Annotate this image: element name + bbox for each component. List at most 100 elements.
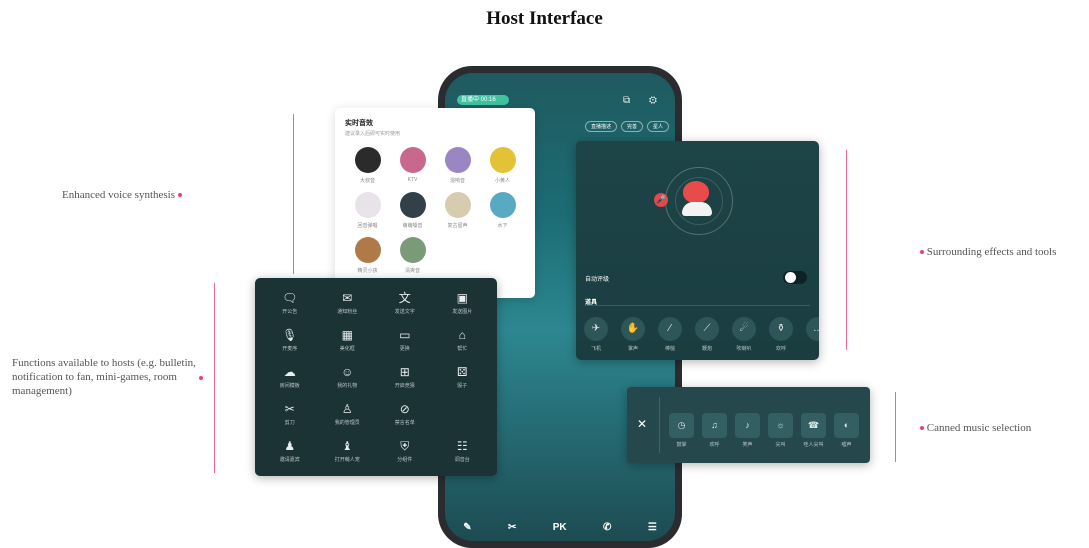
music-track-icon: ♪ xyxy=(735,413,760,438)
voice-effect-item[interactable]: 大叔音 xyxy=(345,147,390,184)
voice-effect-label: 精灵小孩 xyxy=(357,268,378,274)
voice-effect-item[interactable]: 水下 xyxy=(480,192,525,229)
edit-icon[interactable]: ✎ xyxy=(463,522,471,533)
voice-effect-avatar xyxy=(354,192,381,218)
function-item[interactable]: ♟ 邀请嘉宾 xyxy=(261,433,319,470)
music-track[interactable]: ◐ 嘘声 xyxy=(834,413,859,448)
function-item[interactable]: ✂ 剪刀 xyxy=(261,396,319,433)
voice-effect-item[interactable]: 回音弹唱 xyxy=(345,192,390,229)
tool-icon: ⁄ xyxy=(658,317,682,341)
calendar-icon: ▭ xyxy=(399,327,411,342)
voice-card-title: 实时音效 xyxy=(345,120,373,127)
function-label: 开启竞猜 xyxy=(394,382,415,389)
voice-effect-item[interactable]: 萌萌嗓音 xyxy=(390,192,435,229)
mail-icon: ✉ xyxy=(342,290,353,305)
tool-item[interactable]: ☄ 吹喇叭 xyxy=(732,317,756,352)
function-label: 通知粉丝 xyxy=(337,308,358,315)
phone-icon[interactable]: ✆ xyxy=(603,522,611,533)
callout-line-voice xyxy=(293,114,294,274)
shield-icon: ⛨ xyxy=(400,439,410,454)
menu-icon[interactable]: ☰ xyxy=(648,522,657,533)
function-item[interactable]: ♙ 我的管理员 xyxy=(319,396,377,433)
voice-effect-avatar xyxy=(444,147,471,173)
function-item[interactable]: ⌂ 帮忙 xyxy=(434,321,492,358)
canned-music-panel: ✕ ◷ 鼓掌 ♫ 欢呼 ♪ 笑声 ☼ 尖叫 ☎ 哇人尖叫 ◐ 嘘声 xyxy=(627,387,870,463)
tool-icon: ⟋ xyxy=(695,317,719,341)
auto-rating-toggle[interactable] xyxy=(783,271,807,284)
voice-effect-item[interactable]: 复古留声 xyxy=(435,192,480,229)
voice-effect-item[interactable]: 小黄人 xyxy=(480,147,525,184)
tool-item[interactable]: ⁄ 棒槌 xyxy=(658,317,682,352)
music-track[interactable]: ♫ 欢呼 xyxy=(702,413,727,448)
tool-label: 鞭炮 xyxy=(701,346,712,352)
function-item[interactable]: ▦ 美化框 xyxy=(319,321,377,358)
voice-effect-avatar xyxy=(489,192,516,218)
grid-icon: ⊞ xyxy=(399,364,410,379)
function-label: 调音台 xyxy=(454,457,470,464)
function-item[interactable]: ♝ 打开萌人宠 xyxy=(319,433,377,470)
voice-effect-label: 清爽音 xyxy=(404,268,420,274)
mic-icon[interactable]: 🎤 xyxy=(654,193,668,207)
voice-effect-item[interactable]: 精灵小孩 xyxy=(345,237,390,274)
image-icon: ▣ xyxy=(456,290,468,305)
callout-line-functions xyxy=(214,283,215,473)
callout-dot xyxy=(199,376,203,380)
bottom-toolbar: ✎ ✂ PK ✆ ☰ xyxy=(445,522,675,533)
music-track[interactable]: ♪ 笑声 xyxy=(735,413,760,448)
function-item[interactable]: ⛨ 分组件 xyxy=(376,433,434,470)
tool-item[interactable]: ✋ 掌声 xyxy=(621,317,645,352)
function-label: 打开萌人宠 xyxy=(334,457,360,464)
chip[interactable]: 星人 xyxy=(647,121,670,132)
music-track[interactable]: ☼ 尖叫 xyxy=(768,413,793,448)
music-track-label: 尖叫 xyxy=(775,442,786,448)
function-item[interactable]: ☺ 我的礼物 xyxy=(319,358,377,395)
callout-line-effects xyxy=(846,150,847,350)
music-track[interactable]: ☎ 哇人尖叫 xyxy=(801,413,826,448)
function-item[interactable]: ✉ 通知粉丝 xyxy=(319,284,377,321)
voice-effects-card: 实时音效 建议录入后即可实时使用 大叔音 KTV 混响音 小黄人 回音弹唱 萌萌嗓音 复古留… xyxy=(335,108,535,298)
function-item[interactable]: ☁ 房间模板 xyxy=(261,358,319,395)
chip[interactable]: 完善 xyxy=(621,121,644,132)
tool-label: 棒槌 xyxy=(664,346,675,352)
tool-item[interactable]: ⚱ 欢呼 xyxy=(769,317,793,352)
music-tracks: ◷ 鼓掌 ♫ 欢呼 ♪ 笑声 ☼ 尖叫 ☎ 哇人尖叫 ◐ 嘘声 xyxy=(669,413,859,448)
function-item[interactable]: ▣ 发送图片 xyxy=(434,284,492,321)
music-track-label: 哇人尖叫 xyxy=(803,442,824,448)
function-item[interactable]: ⊞ 开启竞猜 xyxy=(376,358,434,395)
tools-icon[interactable]: ✂ xyxy=(508,522,516,533)
close-icon[interactable]: ✕ xyxy=(637,417,647,431)
voice-effect-label: 小黄人 xyxy=(494,178,510,184)
live-status-badge[interactable]: 直播中 00:16 xyxy=(457,95,509,105)
pk-button[interactable]: PK xyxy=(553,522,567,533)
function-label: 邀请嘉宾 xyxy=(279,457,300,464)
music-track-icon: ☎ xyxy=(801,413,826,438)
voice-effect-item[interactable]: KTV xyxy=(390,147,435,184)
tool-item[interactable]: ✈ 飞机 xyxy=(584,317,608,352)
tool-item[interactable]: … xyxy=(806,317,819,352)
template-icon: ☁ xyxy=(283,364,296,379)
tool-item[interactable]: ⟋ 鞭炮 xyxy=(695,317,719,352)
function-item[interactable]: 🗨 开公告 xyxy=(261,284,319,321)
callout-dot xyxy=(920,250,924,255)
function-item[interactable]: ☷ 调音台 xyxy=(434,433,492,470)
voice-effect-label: 萌萌嗓音 xyxy=(402,223,423,229)
function-item[interactable]: ▭ 更换 xyxy=(376,321,434,358)
voice-effect-item[interactable]: 清爽音 xyxy=(390,237,435,274)
function-label: 我的管理员 xyxy=(334,420,360,427)
host-avatar-head xyxy=(683,181,709,203)
function-item[interactable]: ⚄ 骰子 xyxy=(434,358,492,395)
host-avatar-body xyxy=(682,202,712,216)
voice-effect-avatar xyxy=(399,147,426,173)
divider xyxy=(585,305,810,306)
callout-dot xyxy=(177,193,182,198)
chip[interactable]: 直播描述 xyxy=(585,121,618,132)
function-item[interactable]: 🎙 开麦序 xyxy=(261,321,319,358)
share-settings-icons[interactable]: ⧉ ⚙ xyxy=(623,95,665,106)
function-label: 美化框 xyxy=(339,345,355,352)
callout-music-text: Canned music selection xyxy=(926,422,1032,434)
function-item[interactable]: ⊘ 禁言名单 xyxy=(376,396,434,433)
function-item[interactable]: 文发送文字 xyxy=(376,284,434,321)
music-track[interactable]: ◷ 鼓掌 xyxy=(669,413,694,448)
function-label: 我的礼物 xyxy=(337,382,358,389)
voice-effect-item[interactable]: 混响音 xyxy=(435,147,480,184)
